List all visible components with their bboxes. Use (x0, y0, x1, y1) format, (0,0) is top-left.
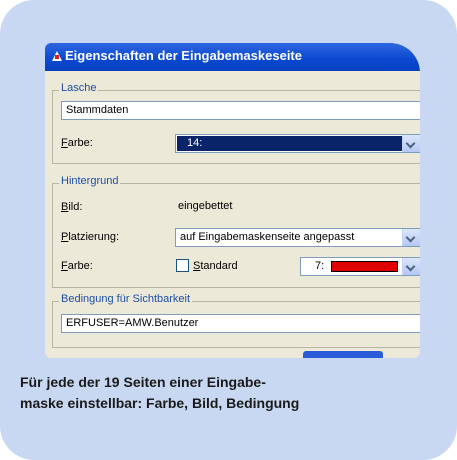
app-icon (52, 51, 62, 61)
bild-label: Bild: (61, 201, 83, 213)
standard-label[interactable]: Standard (193, 260, 238, 272)
window-title: Eigenschaften der Eingabemaskeseite (65, 48, 302, 63)
dialog-screenshot: Eigenschaften der Eingabemaskeseite Lasc… (45, 43, 420, 358)
hintergrund-group: Hintergrund Bild: eingebettet Platzierun… (52, 175, 420, 288)
caption: Für jede der 19 Seiten einer Eingabe- ma… (20, 372, 440, 414)
lasche-farbe-label: Farbe: (61, 137, 93, 149)
platzierung-select[interactable]: auf Eingabemaskenseite angepasst (175, 228, 420, 247)
chevron-down-icon[interactable] (402, 229, 420, 246)
lasche-group: Lasche Stammdaten Farbe: 14: (52, 82, 420, 164)
hintergrund-farbe-value: 7: (315, 260, 325, 272)
bedingung-group: Bedingung für Sichtbarkeit ERFUSER=AMW.B… (52, 293, 420, 348)
title-bar[interactable]: Eigenschaften der Eingabemaskeseite (45, 43, 420, 71)
platzierung-label: Platzierung: (61, 231, 120, 243)
chevron-down-icon[interactable] (402, 258, 420, 275)
color-swatch: 14: (177, 136, 402, 151)
chevron-down-icon[interactable] (402, 135, 420, 152)
bild-value: eingebettet (178, 200, 233, 212)
caption-line-1: Für jede der 19 Seiten einer Eingabe- (20, 374, 266, 390)
lasche-farbe-select[interactable]: 14: (175, 134, 420, 153)
lasche-legend: Lasche (59, 82, 99, 94)
lasche-name-input[interactable]: Stammdaten (61, 101, 420, 120)
dialog-button[interactable] (303, 351, 383, 358)
color-swatch (331, 261, 398, 272)
standard-checkbox[interactable] (176, 259, 189, 272)
bedingung-input[interactable]: ERFUSER=AMW.Benutzer (61, 314, 420, 333)
lasche-farbe-value: 14: (187, 137, 203, 149)
caption-line-2: maske einstellbar: Farbe, Bild, Bedingun… (20, 395, 300, 411)
hintergrund-legend: Hintergrund (59, 175, 121, 187)
platzierung-value: auf Eingabemaskenseite angepasst (180, 231, 355, 243)
info-card: Eigenschaften der Eingabemaskeseite Lasc… (0, 0, 457, 460)
bedingung-legend: Bedingung für Sichtbarkeit (59, 293, 193, 305)
hintergrund-farbe-label: Farbe: (61, 260, 93, 272)
hintergrund-farbe-select[interactable]: 7: (300, 257, 420, 276)
